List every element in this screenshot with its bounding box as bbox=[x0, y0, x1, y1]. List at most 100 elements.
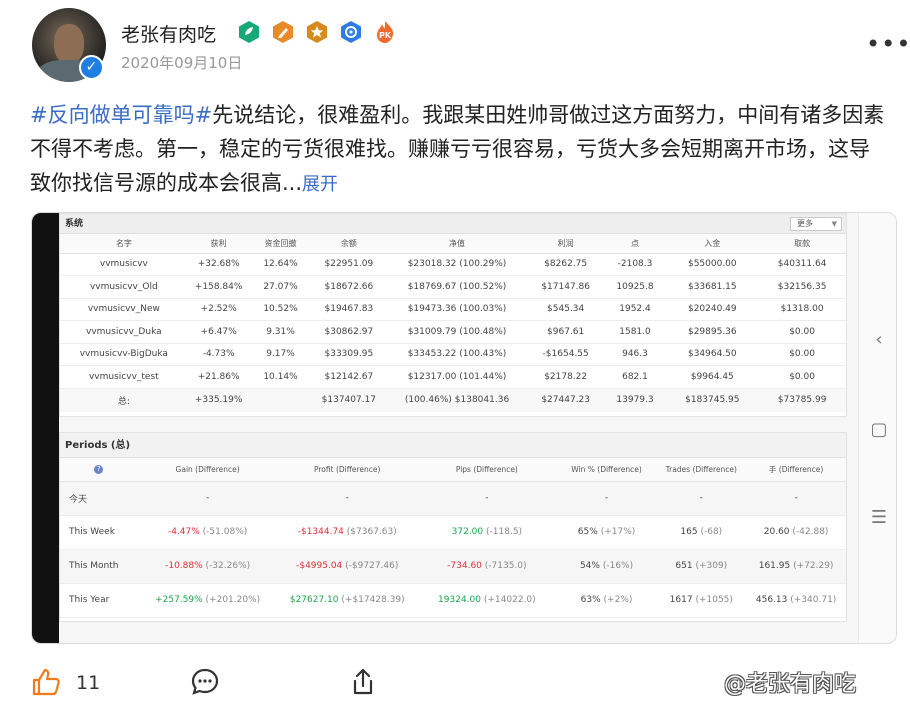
table-row[interactable]: vvmusicvv_Duka +6.47% 9.31% $30862.97 $31009… bbox=[60, 320, 846, 344]
period-cell: -$4995.04 (-$9727.46) bbox=[277, 549, 418, 584]
share-icon[interactable] bbox=[347, 666, 379, 702]
table-cell: -$1654.55 bbox=[527, 343, 604, 366]
help-header: ? bbox=[60, 458, 138, 482]
period-label: This Month bbox=[60, 549, 138, 584]
period-difference: (+17%) bbox=[600, 527, 636, 537]
table-cell: $34964.50 bbox=[666, 343, 759, 366]
table-cell: $545.34 bbox=[527, 298, 604, 321]
period-cell: -$1344.74 ($7367.63) bbox=[277, 515, 418, 550]
period-difference: (-7135.0) bbox=[484, 561, 527, 571]
period-cell: - bbox=[277, 481, 418, 516]
account-name[interactable]: vvmusicvv_Old bbox=[60, 275, 188, 299]
period-value: -734.60 bbox=[447, 561, 482, 571]
table-cell: 12.64% bbox=[249, 253, 312, 276]
period-value: +257.59% bbox=[155, 595, 203, 605]
table-cell: $32156.35 bbox=[758, 275, 846, 299]
table-row[interactable]: vvmusicvv_New +2.52% 10.52% $19467.83 $19473… bbox=[60, 298, 846, 321]
square-icon[interactable]: ▢ bbox=[869, 419, 889, 440]
watermark: @老张有肉吃 bbox=[724, 672, 857, 697]
period-value: - bbox=[485, 493, 489, 503]
total-cell: $183745.95 bbox=[666, 388, 759, 412]
account-name[interactable]: vvmusicvv_New bbox=[60, 298, 188, 321]
like-count[interactable]: 11 bbox=[76, 672, 100, 694]
period-label: This Year bbox=[60, 583, 138, 618]
periods-col-header: 手 (Difference) bbox=[746, 458, 846, 482]
table-cell: $20240.49 bbox=[666, 298, 759, 321]
table-cell: 27.07% bbox=[249, 275, 312, 299]
badge-row: PK bbox=[236, 19, 398, 45]
table-cell: 10.52% bbox=[249, 298, 312, 321]
total-cell: $27447.23 bbox=[527, 388, 604, 412]
period-cell: - bbox=[137, 481, 278, 516]
table-cell: -4.73% bbox=[187, 343, 250, 366]
pk-badge-icon[interactable]: PK bbox=[372, 19, 398, 45]
comment-icon[interactable] bbox=[189, 666, 221, 702]
table-cell: $31009.79 (100.48%) bbox=[386, 320, 528, 344]
star-badge-icon[interactable] bbox=[304, 19, 330, 45]
chevron-down-icon: ▼ bbox=[831, 220, 837, 228]
post-text: #反向做单可靠吗#先说结论，很难盈利。我跟某田姓帅哥做过这方面努力，中间有诸多因… bbox=[30, 98, 890, 202]
table-cell: $33681.15 bbox=[666, 275, 759, 299]
periods-header-row: ? Gain (Difference) Profit (Difference) Pip… bbox=[60, 458, 846, 482]
expand-link[interactable]: 展开 bbox=[302, 174, 338, 195]
table-row[interactable]: vvmusicvv_Old +158.84% 27.07% $18672.66 $187… bbox=[60, 275, 846, 299]
svg-text:PK: PK bbox=[379, 31, 392, 40]
leaf-badge-icon[interactable] bbox=[236, 19, 262, 45]
period-value: - bbox=[604, 493, 609, 503]
chevron-left-icon[interactable]: ‹ bbox=[869, 329, 889, 350]
account-name[interactable]: vvmusicvv-BigDuka bbox=[60, 343, 188, 366]
accounts-col-header[interactable]: 名字 bbox=[60, 234, 188, 254]
more-dropdown-label: 更多 bbox=[797, 219, 813, 228]
table-cell: $12142.67 bbox=[311, 365, 387, 389]
post-image[interactable]: 系统 更多 ▼ 名字 获利 资金回撤 余额 净值 利润点入金 取款 vvmusicvv +32… bbox=[31, 212, 897, 644]
more-options-icon[interactable]: ••• bbox=[866, 30, 910, 58]
periods-col-header: Gain (Difference) bbox=[137, 458, 278, 482]
accounts-col-header[interactable]: 取款 bbox=[758, 234, 846, 254]
period-cell: $27627.10 (+$17428.39) bbox=[277, 583, 418, 618]
accounts-col-header[interactable]: 净值 bbox=[386, 234, 528, 254]
post-header: ✓ 老张有肉吃 PK 2020年09月10日 ••• bbox=[0, 0, 910, 90]
periods-col-header: Trades (Difference) bbox=[656, 458, 747, 482]
accounts-col-header[interactable]: 资金回撤 bbox=[249, 234, 312, 254]
period-value: - bbox=[794, 493, 798, 503]
shield-badge-icon[interactable] bbox=[338, 19, 364, 45]
table-row[interactable]: vvmusicvv_test +21.86% 10.14% $12142.67 $123… bbox=[60, 365, 846, 389]
period-difference: (+2%) bbox=[603, 595, 633, 605]
period-value: -$1344.74 bbox=[297, 527, 344, 537]
total-row: 总: +335.19% $137407.17 (100.46%) $138041.36… bbox=[60, 388, 846, 412]
accounts-col-header[interactable]: 余额 bbox=[311, 234, 387, 254]
table-cell: $0.00 bbox=[758, 365, 846, 389]
table-row[interactable]: vvmusicvv +32.68% 12.64% $22951.09 $23018.32… bbox=[60, 253, 846, 276]
period-value: -4.47% bbox=[167, 527, 200, 537]
period-value: 63% bbox=[580, 595, 601, 605]
verified-icon: ✓ bbox=[79, 55, 104, 80]
accounts-col-header[interactable]: 获利 bbox=[187, 234, 250, 254]
accounts-title: 系统 bbox=[65, 219, 84, 229]
accounts-col-header[interactable]: 点 bbox=[603, 234, 667, 254]
accounts-panel: 系统 更多 ▼ 名字 获利 资金回撤 余额 净值 利润点入金 取款 vvmusicvv +32… bbox=[59, 213, 847, 417]
like-icon[interactable] bbox=[30, 666, 62, 702]
period-difference: (-16%) bbox=[602, 561, 634, 571]
accounts-col-header[interactable]: 入金 bbox=[666, 234, 759, 254]
menu-icon[interactable]: ☰ bbox=[869, 507, 889, 528]
post-date: 2020年09月10日 bbox=[121, 54, 243, 72]
period-cell: 165 (-68) bbox=[656, 515, 747, 550]
account-name[interactable]: vvmusicvv_test bbox=[60, 365, 188, 389]
table-row[interactable]: vvmusicvv-BigDuka -4.73% 9.17% $33309.95 $33… bbox=[60, 343, 846, 366]
period-value: 372.00 bbox=[451, 527, 484, 537]
account-name[interactable]: vvmusicvv bbox=[60, 253, 188, 276]
table-cell: $967.61 bbox=[527, 320, 604, 344]
more-dropdown[interactable]: 更多 ▼ bbox=[790, 217, 842, 231]
author-name[interactable]: 老张有肉吃 bbox=[121, 20, 216, 47]
account-name[interactable]: vvmusicvv_Duka bbox=[60, 320, 188, 344]
periods-col-header: Profit (Difference) bbox=[277, 458, 418, 482]
table-cell: +21.86% bbox=[187, 365, 250, 389]
hashtag-link[interactable]: #反向做单可靠吗# bbox=[30, 103, 212, 127]
pen-badge-icon[interactable] bbox=[270, 19, 296, 45]
table-cell: $18769.67 (100.52%) bbox=[386, 275, 528, 299]
period-value: $27627.10 bbox=[289, 595, 339, 605]
table-cell: $30862.97 bbox=[311, 320, 387, 344]
accounts-col-header[interactable]: 利润 bbox=[527, 234, 604, 254]
table-cell: $0.00 bbox=[758, 320, 846, 344]
help-icon[interactable]: ? bbox=[94, 465, 104, 475]
